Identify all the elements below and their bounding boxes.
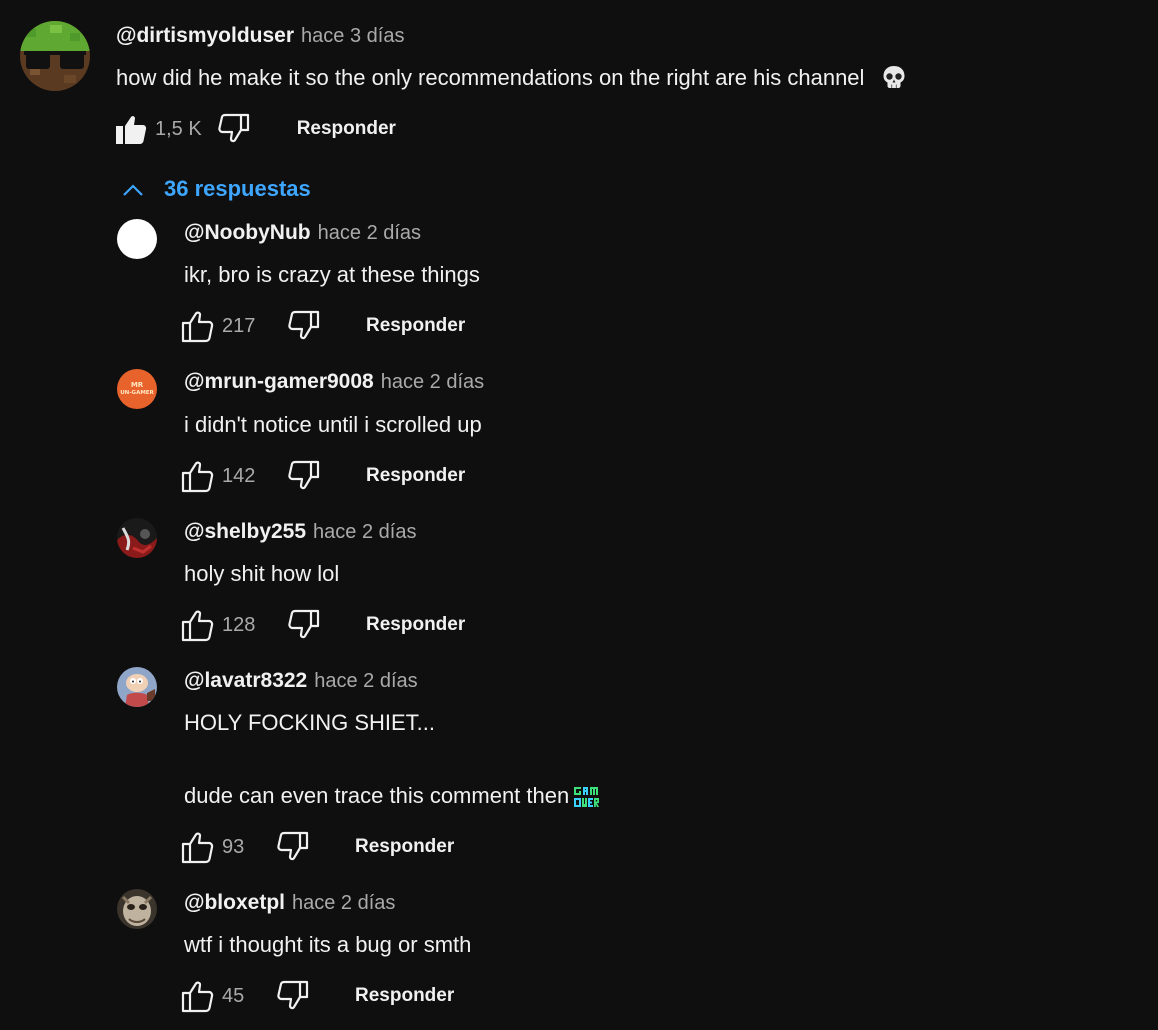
like-button[interactable] <box>181 459 215 493</box>
replies-toggle-button[interactable]: 36 respuestas <box>118 172 311 206</box>
author-handle[interactable]: @mrun-gamer9008 <box>184 370 374 394</box>
avatar[interactable] <box>117 889 157 929</box>
thumbs-up-icon <box>181 832 214 864</box>
author-handle[interactable]: @dirtismyolduser <box>116 24 294 48</box>
comment-text-content: dude can even trace this comment then <box>184 783 570 808</box>
thumbs-up-icon <box>181 610 214 642</box>
comment-actions: 142 Responder <box>181 459 465 493</box>
comment-actions: 1,5 K Responder <box>114 112 396 146</box>
comment-header: @dirtismyolduser hace 3 días <box>116 24 404 48</box>
like-count: 142 <box>222 464 256 487</box>
dislike-button[interactable] <box>275 830 309 864</box>
game-over-emoji <box>574 787 600 807</box>
comment-actions: 45 Responder <box>181 979 454 1013</box>
author-handle[interactable]: @shelby255 <box>184 520 306 544</box>
like-button[interactable] <box>114 112 148 146</box>
avatar[interactable] <box>117 667 157 707</box>
comment-header: @shelby255 hace 2 días <box>184 520 416 544</box>
dislike-button[interactable] <box>275 979 309 1013</box>
comment-time[interactable]: hace 3 días <box>301 25 404 48</box>
avatar[interactable] <box>117 518 157 558</box>
comment-time[interactable]: hace 2 días <box>313 521 416 544</box>
comment-text-content: how did he make it so the only recommend… <box>116 65 865 90</box>
like-count: 45 <box>222 984 245 1007</box>
avatar[interactable]: MR UN-GAMER <box>117 369 157 409</box>
comment-actions: 93 Responder <box>181 830 454 864</box>
like-button[interactable] <box>181 309 215 343</box>
comment-text: how did he make it so the only recommend… <box>116 64 907 91</box>
svg-text:MR: MR <box>131 381 144 389</box>
comment-actions: 217 Responder <box>181 309 465 343</box>
reply-button[interactable]: Responder <box>297 118 396 140</box>
like-count: 217 <box>222 314 256 337</box>
dislike-button[interactable] <box>216 112 250 146</box>
comment-header: @bloxetpl hace 2 días <box>184 891 395 915</box>
comment-text: i didn't notice until i scrolled up <box>184 412 482 437</box>
skull-emoji <box>883 66 905 88</box>
thumbs-down-icon <box>277 831 309 861</box>
thumbs-down-icon <box>288 609 320 639</box>
thumbs-up-icon <box>181 981 214 1013</box>
chevron-up-icon <box>123 184 143 196</box>
dislike-button[interactable] <box>286 309 320 343</box>
reply-button[interactable]: Responder <box>366 315 465 337</box>
like-button[interactable] <box>181 608 215 642</box>
thumbs-up-filled-icon <box>116 116 147 144</box>
like-button[interactable] <box>181 979 215 1013</box>
thumbs-up-icon <box>181 461 214 493</box>
reply-button[interactable]: Responder <box>366 465 465 487</box>
comment-header: @mrun-gamer9008 hace 2 días <box>184 370 484 394</box>
comment-text: holy shit how lol <box>184 561 340 586</box>
comment-time[interactable]: hace 2 días <box>381 371 484 394</box>
reply-button[interactable]: Responder <box>366 614 465 636</box>
like-count: 1,5 K <box>155 117 202 140</box>
comment-text: wtf i thought its a bug or smth <box>184 932 472 957</box>
dislike-button[interactable] <box>286 459 320 493</box>
thumbs-down-icon <box>277 980 309 1010</box>
reply-button[interactable]: Responder <box>355 985 454 1007</box>
comment-time[interactable]: hace 2 días <box>314 670 417 693</box>
like-count: 93 <box>222 835 245 858</box>
thumbs-down-icon <box>288 310 320 340</box>
replies-count-label: 36 respuestas <box>164 176 311 201</box>
author-handle[interactable]: @NoobyNub <box>184 221 311 245</box>
thumbs-up-icon <box>181 311 214 343</box>
comment-text-line-2: dude can even trace this comment then <box>184 783 601 811</box>
comment-text: ikr, bro is crazy at these things <box>184 262 480 287</box>
comment-time[interactable]: hace 2 días <box>318 222 421 245</box>
svg-text:UN-GAMER: UN-GAMER <box>120 390 154 396</box>
author-handle[interactable]: @bloxetpl <box>184 891 285 915</box>
dislike-button[interactable] <box>286 608 320 642</box>
thumbs-down-icon <box>218 113 249 143</box>
reply-button[interactable]: Responder <box>355 836 454 858</box>
comment-header: @NoobyNub hace 2 días <box>184 221 421 245</box>
author-handle[interactable]: @lavatr8322 <box>184 669 307 693</box>
comment-header: @lavatr8322 hace 2 días <box>184 669 418 693</box>
comment-text-line-1: HOLY FOCKING SHIET... <box>184 710 436 735</box>
comment-actions: 128 Responder <box>181 608 465 642</box>
avatar[interactable] <box>20 21 90 91</box>
comment-time[interactable]: hace 2 días <box>292 892 395 915</box>
comment-thread: @dirtismyolduser hace 3 días how did he … <box>0 0 1158 1030</box>
avatar[interactable] <box>117 219 157 259</box>
thumbs-down-icon <box>288 460 320 490</box>
like-button[interactable] <box>181 830 215 864</box>
like-count: 128 <box>222 613 256 636</box>
